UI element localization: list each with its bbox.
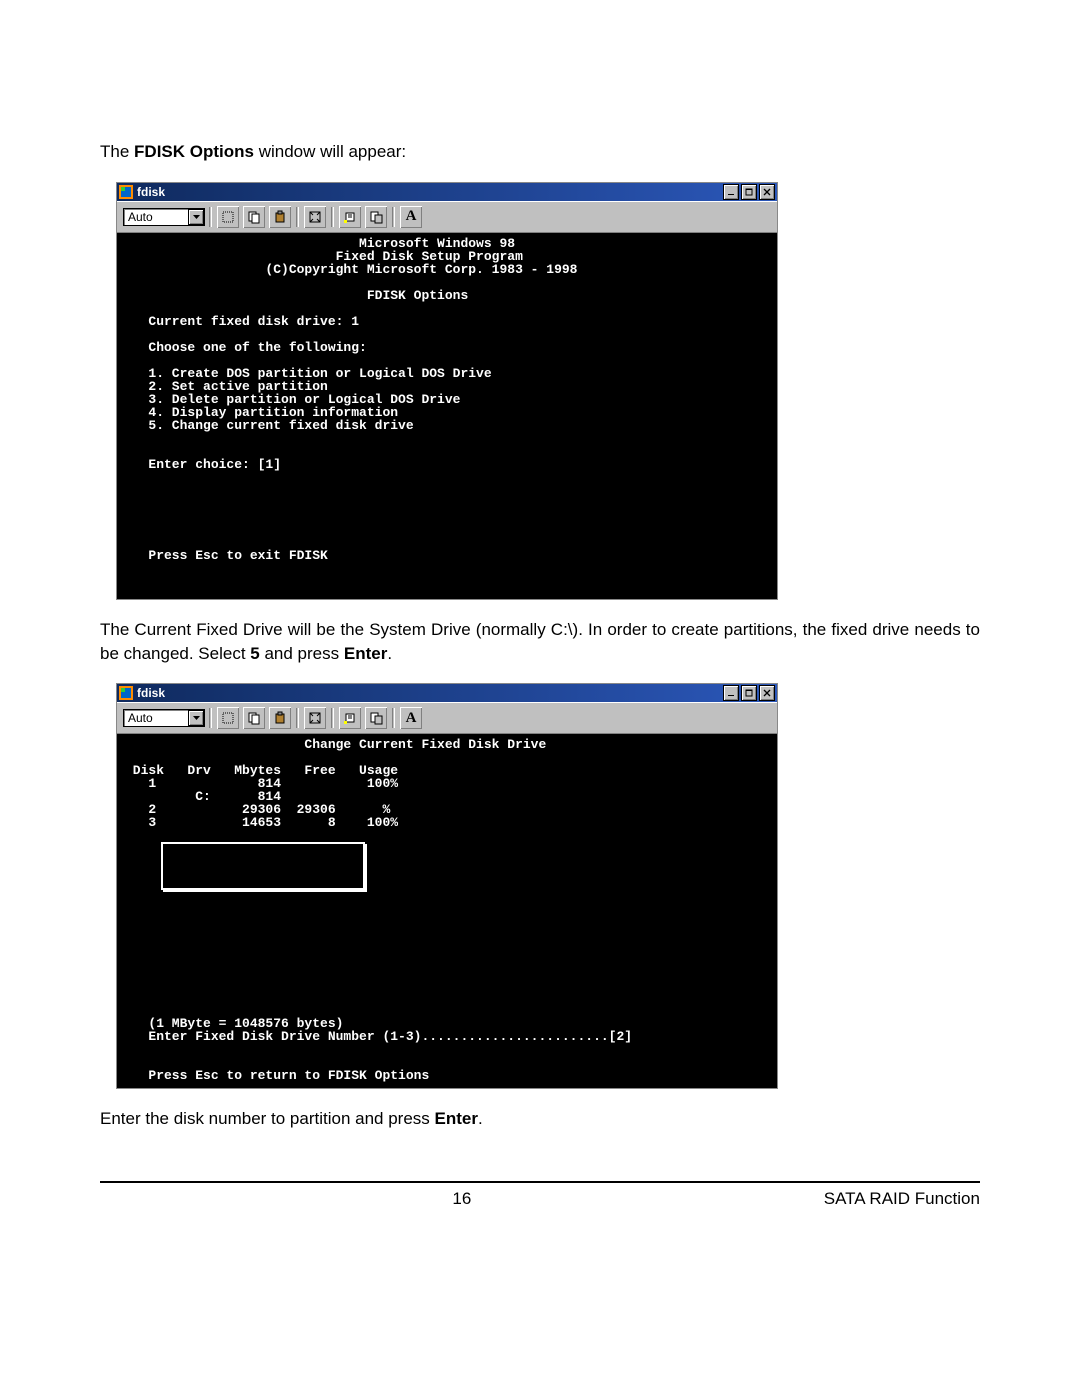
minimize-button[interactable] <box>723 685 739 701</box>
paste-button[interactable] <box>268 205 292 229</box>
paste-button[interactable] <box>268 706 292 730</box>
font-button[interactable]: A <box>399 205 423 229</box>
text: The Current Fixed Drive will be the Syst… <box>100 620 980 663</box>
screen-artifact-box <box>161 842 365 890</box>
maximize-button[interactable] <box>741 184 757 200</box>
separator-icon <box>209 708 212 728</box>
text: and press <box>260 644 344 663</box>
console-text: Microsoft Windows 98 Fixed Disk Setup Pr… <box>125 237 769 562</box>
text-bold: FDISK Options <box>134 142 254 161</box>
maximize-button[interactable] <box>741 685 757 701</box>
console: Change Current Fixed Disk Drive Disk Drv… <box>117 734 777 1088</box>
close-button[interactable] <box>759 184 775 200</box>
page-number: 16 <box>452 1189 471 1209</box>
fullscreen-button[interactable] <box>303 205 327 229</box>
chevron-down-icon[interactable] <box>188 209 204 225</box>
title-left: fdisk <box>119 686 165 700</box>
font-button[interactable]: A <box>399 706 423 730</box>
window-buttons <box>723 685 775 701</box>
text-bold: Enter <box>344 644 387 663</box>
separator-icon <box>392 207 395 227</box>
properties-button[interactable] <box>338 205 362 229</box>
zoom-combo[interactable]: Auto <box>123 709 205 727</box>
console: Microsoft Windows 98 Fixed Disk Setup Pr… <box>117 233 777 599</box>
copy-button[interactable] <box>242 706 266 730</box>
separator-icon <box>392 708 395 728</box>
fdisk-window-1: fdisk Auto <box>116 182 778 600</box>
mark-button[interactable] <box>216 205 240 229</box>
title-bar: fdisk <box>117 183 777 201</box>
separator-icon <box>209 207 212 227</box>
copy-button[interactable] <box>242 205 266 229</box>
text: . <box>478 1109 483 1128</box>
console-text-bottom: (1 MByte = 1048576 bytes) Enter Fixed Di… <box>125 1017 632 1082</box>
title-left: fdisk <box>119 185 165 199</box>
text-bold: Enter <box>435 1109 478 1128</box>
window-title: fdisk <box>137 687 165 699</box>
page: The FDISK Options window will appear: fd… <box>0 0 1080 1397</box>
footer-line <box>100 1181 980 1183</box>
title-bar: fdisk <box>117 684 777 702</box>
separator-icon <box>296 207 299 227</box>
combo-value: Auto <box>128 210 153 224</box>
text: Enter the disk number to partition and p… <box>100 1109 435 1128</box>
toolbar: Auto <box>117 702 777 734</box>
separator-icon <box>331 207 334 227</box>
window-buttons <box>723 184 775 200</box>
footer-right: SATA RAID Function <box>824 1189 980 1209</box>
toolbar: Auto <box>117 201 777 233</box>
minimize-button[interactable] <box>723 184 739 200</box>
window-title: fdisk <box>137 186 165 198</box>
chevron-down-icon[interactable] <box>188 710 204 726</box>
intro-text: The FDISK Options window will appear: <box>100 140 980 164</box>
separator-icon <box>331 708 334 728</box>
mark-button[interactable] <box>216 706 240 730</box>
background-button[interactable] <box>364 205 388 229</box>
mid-text: The Current Fixed Drive will be the Syst… <box>100 618 980 666</box>
footer: 16 SATA RAID Function <box>100 1189 980 1209</box>
console-text-top: Change Current Fixed Disk Drive Disk Drv… <box>125 738 769 829</box>
fdisk-window-2: fdisk Auto <box>116 683 778 1089</box>
text: . <box>387 644 392 663</box>
zoom-combo[interactable]: Auto <box>123 208 205 226</box>
outro-text: Enter the disk number to partition and p… <box>100 1107 980 1131</box>
msdos-icon <box>119 185 133 199</box>
separator-icon <box>296 708 299 728</box>
background-button[interactable] <box>364 706 388 730</box>
text: window will appear: <box>254 142 406 161</box>
text-bold: 5 <box>250 644 259 663</box>
text: The <box>100 142 134 161</box>
msdos-icon <box>119 686 133 700</box>
fullscreen-button[interactable] <box>303 706 327 730</box>
combo-value: Auto <box>128 711 153 725</box>
close-button[interactable] <box>759 685 775 701</box>
properties-button[interactable] <box>338 706 362 730</box>
